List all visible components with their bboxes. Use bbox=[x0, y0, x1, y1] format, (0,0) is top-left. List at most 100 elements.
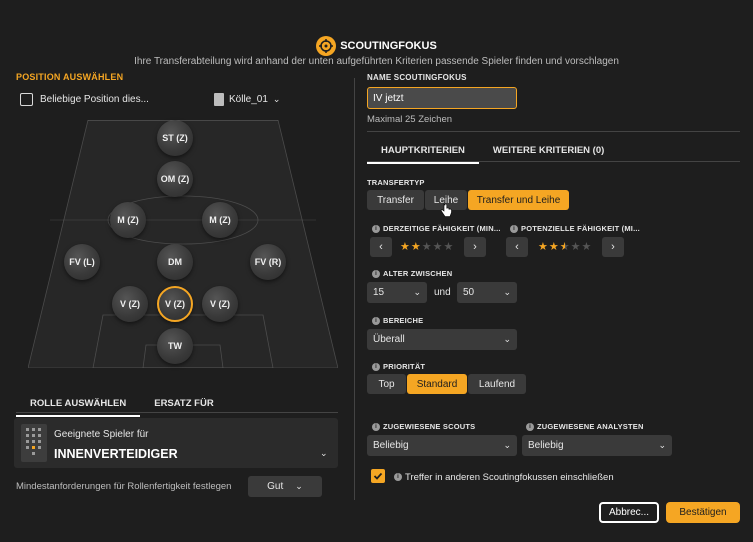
formation-pitch: ST (Z) OM (Z) M (Z) M (Z) FV (L) DM FV (… bbox=[28, 120, 338, 368]
star-icon: ★ bbox=[410, 241, 421, 253]
position-fv-l[interactable]: FV (L) bbox=[64, 244, 100, 280]
tab-divider bbox=[16, 412, 338, 413]
tab-replacement-for[interactable]: ERSATZ FÜR bbox=[140, 392, 227, 417]
chevron-left-icon: ‹ bbox=[379, 241, 383, 253]
analysts-select[interactable]: Beliebig ⌄ bbox=[522, 435, 672, 456]
role-formation-icon bbox=[21, 424, 47, 462]
role-name: INNENVERTEIDIGER bbox=[54, 447, 178, 461]
areas-select[interactable]: Überall ⌄ bbox=[367, 329, 517, 350]
role-card[interactable]: Geeignete Spieler für INNENVERTEIDIGER ⌄ bbox=[14, 418, 338, 468]
priority-group: Top Standard Laufend bbox=[367, 374, 526, 394]
any-position-checkbox[interactable] bbox=[20, 93, 33, 106]
min-req-select[interactable]: Gut ⌄ bbox=[248, 476, 322, 497]
chevron-down-icon: ⌄ bbox=[320, 448, 328, 458]
current-ability-stars: ★ ★ ★ ★ ★ bbox=[400, 240, 453, 253]
column-divider bbox=[354, 78, 355, 500]
chevron-down-icon: ⌄ bbox=[295, 481, 303, 491]
scouts-label: i ZUGEWIESENE SCOUTS bbox=[372, 422, 475, 432]
dialog-subtitle: Ihre Transferabteilung wird anhand der u… bbox=[134, 56, 619, 67]
potential-ability-next[interactable]: › bbox=[602, 237, 624, 257]
analysts-value: Beliebig bbox=[528, 440, 564, 451]
info-icon: i bbox=[372, 317, 380, 326]
role-caption: Geeignete Spieler für bbox=[54, 429, 149, 440]
star-icon: ★ bbox=[570, 241, 581, 253]
star-icon: ★ bbox=[548, 241, 559, 253]
name-hint: Maximal 25 Zeichen bbox=[367, 114, 453, 125]
info-icon: i bbox=[510, 225, 518, 234]
priority-top[interactable]: Top bbox=[367, 374, 406, 394]
age-max-select[interactable]: 50 ⌄ bbox=[457, 282, 517, 303]
transfer-type-both[interactable]: Transfer und Leihe bbox=[468, 190, 569, 210]
chevron-right-icon: › bbox=[473, 241, 477, 253]
info-icon: i bbox=[372, 363, 380, 372]
position-dm[interactable]: DM bbox=[157, 244, 193, 280]
info-icon: i bbox=[372, 225, 380, 234]
info-icon: i bbox=[526, 423, 534, 432]
potential-ability-stars: ★ ★ ★ ★ ★ bbox=[538, 240, 591, 253]
age-min-select[interactable]: 15 ⌄ bbox=[367, 282, 427, 303]
left-tabbar: ROLLE AUSWÄHLEN ERSATZ FÜR bbox=[16, 392, 228, 417]
position-st[interactable]: ST (Z) bbox=[157, 120, 193, 156]
position-m-right[interactable]: M (Z) bbox=[202, 202, 238, 238]
age-min-value: 15 bbox=[373, 287, 385, 298]
areas-label: i BEREICHE bbox=[372, 316, 423, 326]
current-ability-next[interactable]: › bbox=[464, 237, 486, 257]
checkmark-icon bbox=[373, 472, 383, 480]
tab-select-role[interactable]: ROLLE AUSWÄHLEN bbox=[16, 392, 141, 417]
min-req-value: Gut bbox=[267, 481, 284, 492]
star-icon: ★ bbox=[432, 241, 443, 253]
analysts-label: i ZUGEWIESENE ANALYSTEN bbox=[526, 422, 644, 432]
crosshair-icon bbox=[316, 36, 337, 56]
cancel-button[interactable]: Abbrec... bbox=[599, 502, 659, 523]
chevron-down-icon: ⌄ bbox=[658, 440, 666, 450]
position-v-left[interactable]: V (Z) bbox=[112, 286, 148, 322]
confirm-button[interactable]: Bestätigen bbox=[666, 502, 740, 523]
scouts-select[interactable]: Beliebig ⌄ bbox=[367, 435, 517, 456]
priority-ongoing[interactable]: Laufend bbox=[468, 374, 526, 394]
half-star-icon: ★ bbox=[559, 241, 570, 253]
star-icon: ★ bbox=[538, 241, 548, 253]
star-icon: ★ bbox=[443, 241, 454, 253]
star-icon: ★ bbox=[581, 241, 592, 253]
info-icon: i bbox=[372, 423, 380, 432]
chevron-down-icon: ⌄ bbox=[503, 440, 511, 450]
position-om[interactable]: OM (Z) bbox=[157, 161, 193, 197]
position-v-center[interactable]: V (Z) bbox=[157, 286, 193, 322]
current-ability-prev[interactable]: ‹ bbox=[370, 237, 392, 257]
position-v-right[interactable]: V (Z) bbox=[202, 286, 238, 322]
chevron-right-icon: › bbox=[611, 241, 615, 253]
chevron-down-icon: ⌄ bbox=[503, 334, 511, 344]
potential-ability-label: i POTENZIELLE FÄHIGKEIT (MI... bbox=[510, 224, 640, 234]
priority-standard[interactable]: Standard bbox=[407, 374, 467, 394]
position-heading: POSITION AUSWÄHLEN bbox=[16, 72, 124, 82]
transfer-type-transfer[interactable]: Transfer bbox=[367, 190, 424, 210]
star-icon: ★ bbox=[421, 241, 432, 253]
current-ability-label: i DERZEITIGE FÄHIGKEIT (MIN... bbox=[372, 224, 501, 234]
priority-label: i PRIORITÄT bbox=[372, 362, 425, 372]
tactic-selector[interactable]: Kölle_01 ⌄ bbox=[214, 93, 280, 106]
star-icon: ★ bbox=[400, 241, 410, 253]
position-fv-r[interactable]: FV (R) bbox=[250, 244, 286, 280]
chevron-down-icon: ⌄ bbox=[272, 94, 281, 104]
position-tw[interactable]: TW bbox=[157, 328, 193, 364]
tactic-name: Kölle_01 bbox=[229, 94, 268, 105]
hand-cursor-icon bbox=[440, 203, 452, 222]
any-position-label: Beliebige Position dies... bbox=[40, 94, 149, 105]
transfer-type-group: Transfer Leihe Transfer und Leihe bbox=[367, 190, 569, 210]
age-max-value: 50 bbox=[463, 287, 475, 298]
focus-name-input[interactable]: IV jetzt bbox=[367, 87, 517, 109]
age-label: i ALTER ZWISCHEN bbox=[372, 269, 452, 279]
include-checkbox[interactable] bbox=[371, 469, 385, 483]
name-divider bbox=[367, 131, 740, 132]
chevron-left-icon: ‹ bbox=[515, 241, 519, 253]
chevron-down-icon: ⌄ bbox=[413, 287, 421, 297]
any-position-option[interactable]: Beliebige Position dies... bbox=[20, 93, 149, 106]
name-label: NAME SCOUTINGFOKUS bbox=[367, 73, 467, 82]
min-req-label: Mindestanforderungen für Rollenfertigkei… bbox=[16, 481, 232, 492]
potential-ability-prev[interactable]: ‹ bbox=[506, 237, 528, 257]
chevron-down-icon: ⌄ bbox=[503, 287, 511, 297]
areas-value: Überall bbox=[373, 334, 405, 345]
tactic-icon bbox=[214, 93, 224, 106]
age-and-label: und bbox=[434, 287, 451, 298]
position-m-left[interactable]: M (Z) bbox=[110, 202, 146, 238]
